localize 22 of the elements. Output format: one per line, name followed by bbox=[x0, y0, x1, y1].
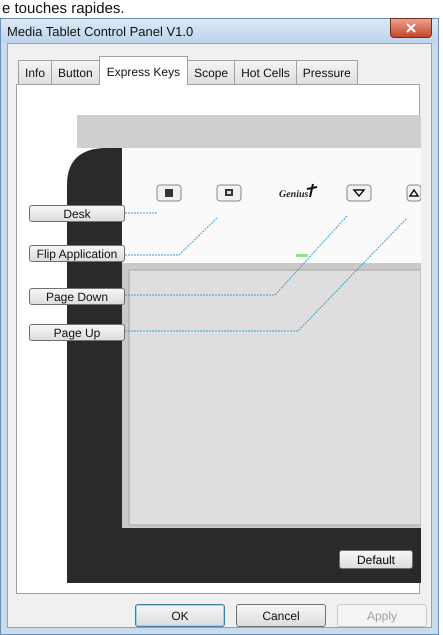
note-icon bbox=[156, 184, 182, 202]
key-assignment-button[interactable]: Page Up bbox=[29, 324, 125, 341]
window-title: Media Tablet Control Panel V1.0 bbox=[7, 24, 194, 38]
up-triangle-icon bbox=[406, 184, 421, 202]
key-assignment-button[interactable]: Desk bbox=[29, 205, 125, 222]
tab[interactable]: Pressure bbox=[296, 60, 358, 84]
tab[interactable]: Info bbox=[18, 60, 52, 84]
leader-line bbox=[124, 212, 158, 214]
dialog-button[interactable]: OK bbox=[135, 604, 225, 627]
key-assignment-button[interactable]: Page Down bbox=[29, 288, 125, 305]
default-button[interactable]: Default bbox=[339, 550, 413, 569]
tab[interactable]: Scope bbox=[187, 60, 236, 84]
tab[interactable]: Express Keys bbox=[98, 56, 188, 85]
tab[interactable]: Hot Cells bbox=[234, 60, 297, 84]
caption-text: e touches rapides. bbox=[1, 0, 126, 18]
windows-icon bbox=[216, 184, 242, 202]
key-assignment-button[interactable]: Flip Application bbox=[29, 245, 125, 262]
close-button[interactable] bbox=[390, 18, 432, 38]
brand-logo-text: Genius bbox=[279, 189, 308, 200]
dialog-button[interactable]: Cancel bbox=[236, 604, 326, 627]
tab[interactable]: Button bbox=[51, 60, 100, 84]
close-icon bbox=[406, 23, 416, 33]
